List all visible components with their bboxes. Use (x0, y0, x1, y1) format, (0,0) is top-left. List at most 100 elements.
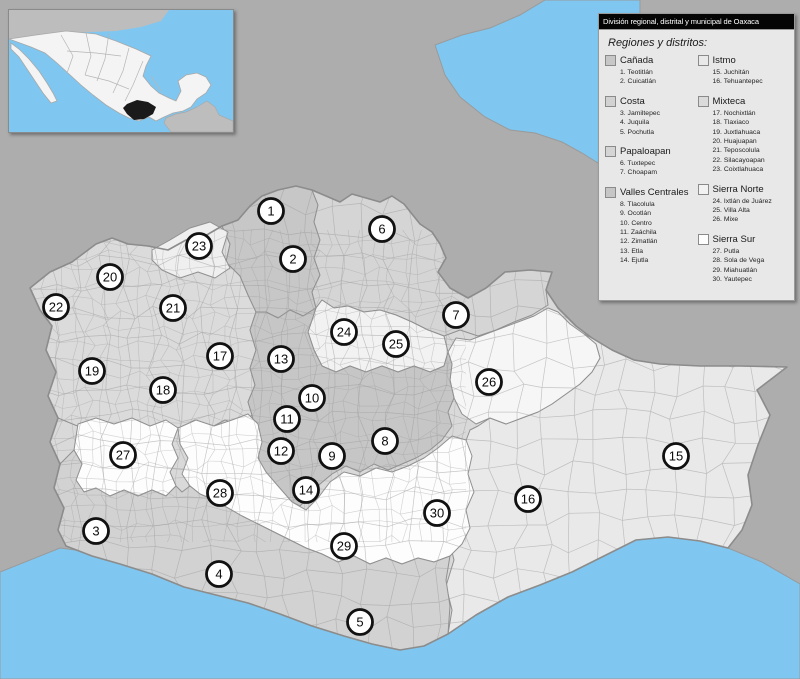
district-marker-1: 1 (259, 199, 284, 224)
legend-section: Istmo 15. Juchitán16. Tehuantepec (698, 55, 791, 87)
legend-region-name: Cañada (620, 55, 653, 66)
legend-section: Sierra Sur 27. Putla28. Sola de Vega29. M… (698, 234, 791, 285)
legend-column: Istmo 15. Juchitán16. Tehuantepec Mixteca 1… (698, 55, 791, 294)
district-marker-24: 24 (332, 320, 357, 345)
svg-text:24: 24 (337, 325, 351, 340)
legend-district-item: 25. Villa Alta (713, 206, 791, 215)
legend-region-swatch (698, 184, 709, 195)
legend-district-list: 24. Ixtlán de Juárez25. Villa Alta26. Mi… (713, 197, 791, 225)
legend-region-name: Mixteca (713, 96, 746, 107)
svg-text:10: 10 (305, 391, 319, 406)
legend-section: Sierra Norte 24. Ixtlán de Juárez25. Vill… (698, 184, 791, 225)
legend-heading: Regiones y distritos: (608, 37, 794, 49)
legend-region-header: Cañada (605, 55, 698, 66)
legend-column: Cañada 1. Teotitlán2. Cuicatlán Costa 3. Ja… (605, 55, 698, 294)
svg-text:18: 18 (156, 383, 170, 398)
legend-district-item: 5. Pochutla (620, 128, 698, 137)
legend-district-item: 2. Cuicatlán (620, 77, 698, 86)
legend-district-item: 24. Ixtlán de Juárez (713, 197, 791, 206)
district-marker-22: 22 (44, 295, 69, 320)
legend-region-name: Sierra Norte (713, 184, 764, 195)
legend-district-list: 17. Nochixtlán18. Tlaxiaco19. Juxtlahuac… (713, 109, 791, 175)
legend-columns: Cañada 1. Teotitlán2. Cuicatlán Costa 3. Ja… (599, 55, 794, 294)
legend-section: Mixteca 17. Nochixtlán18. Tlaxiaco19. Jux… (698, 96, 791, 175)
legend-district-item: 13. Etla (620, 247, 698, 256)
district-marker-12: 12 (269, 439, 294, 464)
svg-text:2: 2 (289, 252, 296, 267)
district-marker-26: 26 (477, 370, 502, 395)
legend-region-header: Sierra Sur (698, 234, 791, 245)
legend-region-name: Valles Centrales (620, 187, 688, 198)
legend-region-swatch (698, 96, 709, 107)
svg-text:21: 21 (166, 301, 180, 316)
svg-text:3: 3 (92, 524, 99, 539)
legend-district-item: 3. Jamiltepec (620, 109, 698, 118)
svg-text:23: 23 (192, 239, 206, 254)
district-marker-10: 10 (300, 386, 325, 411)
legend-section: Valles Centrales8. Tlacolula9. Ocotlán10… (605, 187, 698, 266)
legend-region-swatch (605, 146, 616, 157)
district-marker-19: 19 (80, 359, 105, 384)
svg-text:28: 28 (213, 486, 227, 501)
district-marker-16: 16 (516, 487, 541, 512)
legend-district-item: 1. Teotitlán (620, 68, 698, 77)
legend-section: Papaloapan6. Tuxtepec7. Choapam (605, 146, 698, 178)
legend-district-item: 15. Juchitán (713, 68, 791, 77)
legend-region-swatch (698, 234, 709, 245)
legend-district-item: 19. Juxtlahuaca (713, 128, 791, 137)
svg-text:13: 13 (274, 352, 288, 367)
legend-region-header: Sierra Norte (698, 184, 791, 195)
svg-text:17: 17 (213, 349, 227, 364)
legend-region-header: Valles Centrales (605, 187, 698, 198)
legend-district-item: 14. Ejutla (620, 256, 698, 265)
legend-region-name: Istmo (713, 55, 736, 66)
district-marker-18: 18 (151, 378, 176, 403)
svg-text:4: 4 (215, 567, 222, 582)
legend-region-header: Istmo (698, 55, 791, 66)
legend-region-swatch (698, 55, 709, 66)
svg-text:1: 1 (267, 204, 274, 219)
legend-region-header: Costa (605, 96, 698, 107)
district-marker-20: 20 (98, 265, 123, 290)
svg-text:6: 6 (378, 222, 385, 237)
district-marker-3: 3 (84, 519, 109, 544)
district-marker-6: 6 (370, 217, 395, 242)
legend-district-item: 8. Tlacolula (620, 200, 698, 209)
legend-district-item: 12. Zimatlán (620, 237, 698, 246)
legend-district-list: 6. Tuxtepec7. Choapam (620, 159, 698, 178)
legend-section: Cañada 1. Teotitlán2. Cuicatlán (605, 55, 698, 87)
legend-district-list: 27. Putla28. Sola de Vega29. Miahuatlán3… (713, 247, 791, 285)
district-marker-14: 14 (294, 478, 319, 503)
district-marker-25: 25 (384, 332, 409, 357)
svg-text:22: 22 (49, 300, 63, 315)
legend-district-list: 1. Teotitlán2. Cuicatlán (620, 68, 698, 87)
legend: División regional, distrital y municipal… (598, 13, 795, 301)
district-marker-23: 23 (187, 234, 212, 259)
mexico-inset-map (8, 9, 234, 133)
svg-text:25: 25 (389, 337, 403, 352)
district-marker-8: 8 (373, 429, 398, 454)
district-marker-13: 13 (269, 347, 294, 372)
legend-title: División regional, distrital y municipal… (599, 14, 794, 30)
legend-section: Costa 3. Jamiltepec4. Juquila5. Pochutla (605, 96, 698, 137)
legend-district-item: 22. Silacayoapan (713, 156, 791, 165)
svg-text:5: 5 (356, 615, 363, 630)
district-marker-15: 15 (664, 444, 689, 469)
legend-district-item: 23. Coixtlahuaca (713, 165, 791, 174)
legend-district-item: 27. Putla (713, 247, 791, 256)
district-marker-5: 5 (348, 610, 373, 635)
svg-text:19: 19 (85, 364, 99, 379)
legend-district-list: 3. Jamiltepec4. Juquila5. Pochutla (620, 109, 698, 137)
legend-district-list: 15. Juchitán16. Tehuantepec (713, 68, 791, 87)
legend-region-swatch (605, 96, 616, 107)
oaxaca-division-map: 1234567891011121314151617181920212223242… (0, 0, 800, 679)
district-marker-21: 21 (161, 296, 186, 321)
legend-district-item: 16. Tehuantepec (713, 77, 791, 86)
district-marker-29: 29 (332, 534, 357, 559)
legend-district-item: 30. Yautepec (713, 275, 791, 284)
district-marker-17: 17 (208, 344, 233, 369)
district-marker-28: 28 (208, 481, 233, 506)
svg-text:15: 15 (669, 449, 683, 464)
legend-district-item: 21. Teposcolula (713, 146, 791, 155)
legend-district-item: 11. Zaáchila (620, 228, 698, 237)
